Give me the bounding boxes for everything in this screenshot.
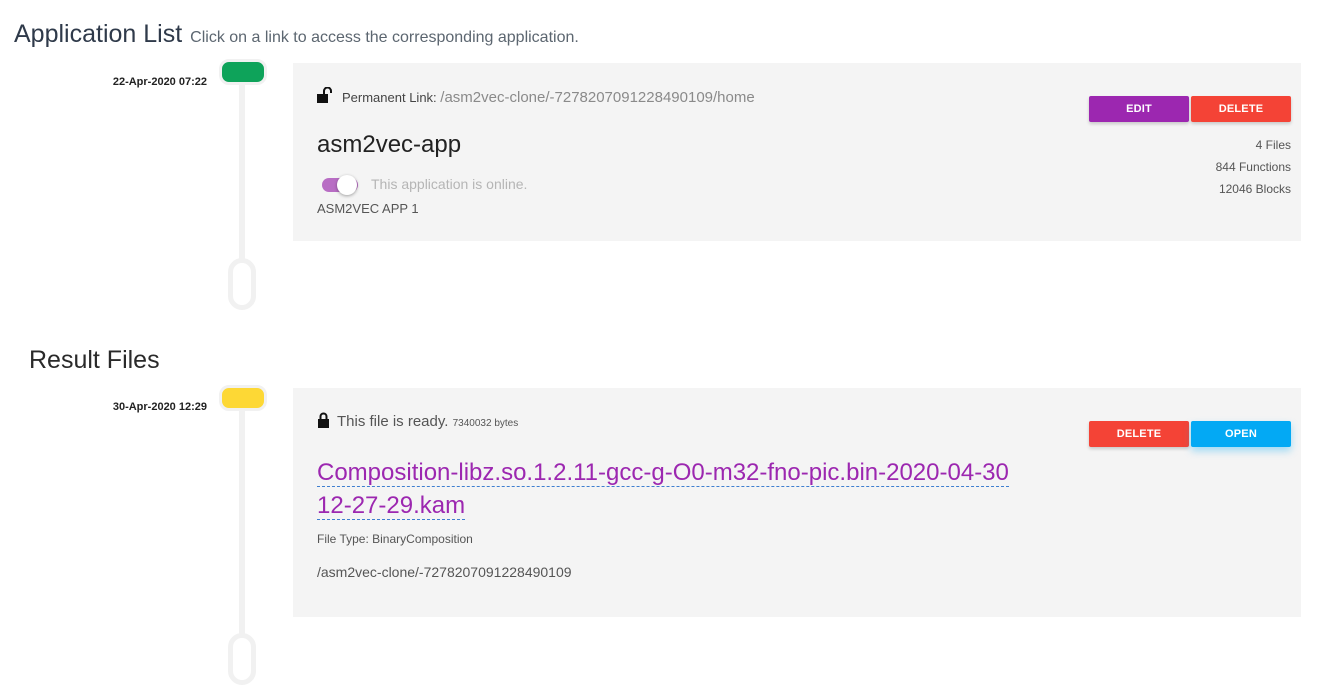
open-button[interactable]: OPEN — [1191, 421, 1291, 447]
files-count: 4 Files — [1255, 138, 1291, 152]
file-status-text: This file is ready. — [337, 413, 449, 430]
app-description: ASM2VEC APP 1 — [317, 201, 419, 216]
timeline-ring — [228, 258, 256, 310]
file-status-row: This file is ready. 7340032 bytes — [337, 413, 518, 430]
delete-app-button[interactable]: DELETE — [1191, 96, 1291, 122]
timeline-line — [239, 405, 245, 637]
status-pill-yellow — [219, 385, 267, 411]
file-name-link[interactable]: Composition-libz.so.1.2.11-gcc-g-O0-m32-… — [317, 456, 1037, 522]
file-path: /asm2vec-clone/-7278207091228490109 — [317, 564, 572, 580]
result-file-card: This file is ready. 7340032 bytes Compos… — [293, 388, 1301, 617]
app-name[interactable]: asm2vec-app — [317, 131, 461, 159]
file-name-line1[interactable]: Composition-libz.so.1.2.11-gcc-g-O0-m32-… — [317, 459, 1009, 487]
online-toggle-knob[interactable] — [337, 175, 357, 195]
unlocked-padlock-icon — [317, 87, 332, 103]
permanent-link-row: Permanent Link: /asm2vec-clone/-72782070… — [342, 89, 755, 106]
blocks-count: 12046 Blocks — [1218, 182, 1291, 196]
app-list-title: Application List — [14, 20, 183, 48]
timeline-ring — [228, 633, 256, 685]
permanent-link-path[interactable]: /asm2vec-clone/-7278207091228490109/home — [440, 89, 754, 106]
locked-padlock-icon — [318, 412, 329, 428]
online-status-text: This application is online. — [371, 176, 528, 192]
delete-file-button[interactable]: DELETE — [1089, 421, 1189, 447]
status-pill-green — [219, 59, 267, 85]
file-type: File Type: BinaryComposition — [317, 532, 473, 546]
file-size: 7340032 bytes — [452, 418, 519, 429]
app-date: 22-Apr-2020 07:22 — [112, 76, 207, 88]
result-files-title: Result Files — [29, 346, 160, 374]
result-date: 30-Apr-2020 12:29 — [112, 401, 207, 413]
file-name-line2[interactable]: 12-27-29.kam — [317, 492, 466, 520]
result-files-heading: Result Files — [29, 346, 160, 375]
app-list-heading: Application List Click on a link to acce… — [14, 20, 579, 49]
permanent-link-label: Permanent Link: — [342, 90, 437, 105]
edit-button[interactable]: EDIT — [1089, 96, 1189, 122]
application-card: Permanent Link: /asm2vec-clone/-72782070… — [293, 63, 1301, 241]
timeline-line — [239, 80, 245, 262]
app-list-subtitle: Click on a link to access the correspond… — [190, 29, 579, 46]
functions-count: 844 Functions — [1215, 160, 1291, 174]
